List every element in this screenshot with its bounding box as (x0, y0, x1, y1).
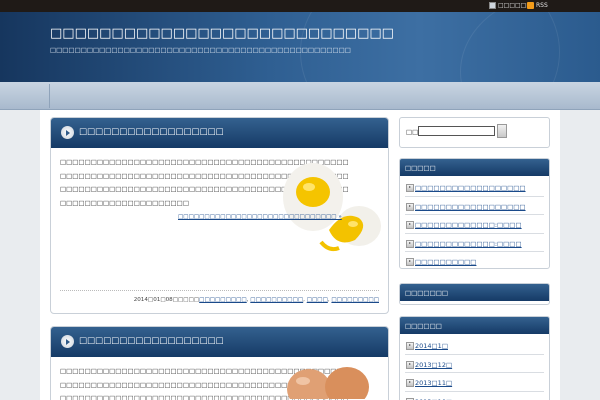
rss-icon (527, 2, 534, 9)
sidebar-widget: □□□□□□□ (399, 283, 550, 305)
boiled-egg-image (283, 163, 381, 252)
arrow-right-icon (61, 126, 74, 139)
read-more-link[interactable]: □□□□□□□□□□□□□□□□□□□□□□□□□□□□□□ » (178, 214, 342, 220)
post-excerpt: □□□□□□□□□□□□□□□□□□□□□□□□□□□□□□□□□□□□□□□□… (60, 365, 349, 400)
archive-link[interactable]: 2013□12□ (405, 355, 544, 373)
site-header: □□□□□□□□□□□□□□□□□□□□□□□□□□□□ □□□□□□□□□□□… (0, 12, 600, 82)
recent-posts-box: □□□□□ □□□□□□□□□□□□□□□□□□ □□□□□□□□□□□□□□□… (399, 158, 550, 269)
excerpt-line: □□□□□□□□□□□□□□□□□□□□□□□□□□□□□□□□□□□□□□□□… (60, 185, 349, 193)
nav-bar (0, 82, 600, 110)
eggs-image (287, 367, 369, 399)
post-header: □□□□□□□□□□□□□□□□□□ (51, 118, 388, 148)
excerpt-line: □□□□□□□□□□□□□□□□□□□□□□□□□□□□□□□□□□□□□□□□… (60, 367, 349, 375)
tag-link[interactable]: □□□□ (307, 297, 328, 303)
post-entry: □□□□□□□□□□□□□□□□□□ □□□□□□□□□□□□□□□□□□□□□… (50, 117, 389, 314)
recent-post-link[interactable]: □□□□□□□□□□□□□:□□□□ (405, 234, 544, 252)
excerpt-line: □□□□□□□□□□□□□□□□□□□□□□□□□□□□□□□□□□□□□□□□… (60, 171, 349, 180)
nav-divider (49, 84, 50, 108)
archive-link[interactable]: 2013□11□ (405, 373, 544, 392)
post-header: □□□□□□□□□□□□□□□□□□ (51, 327, 388, 357)
recent-post-link[interactable]: □□□□□□□□□□□□□□□□□□ (405, 197, 544, 215)
site-title[interactable]: □□□□□□□□□□□□□□□□□□□□□□□□□□□□ (50, 26, 394, 41)
search-button[interactable] (497, 124, 507, 138)
excerpt-line: □□□□□□□□□□□□□□□□□□□□□□□□□□□□□□□□□□□□□□□□… (60, 394, 349, 400)
recent-posts-heading: □□□□□ (400, 159, 549, 176)
recent-post-link[interactable]: □□□□□□□□□□□□□□□□□□ (405, 178, 544, 197)
top-bar: □□□□□□ RSS (0, 0, 600, 12)
tag-link[interactable]: □□□□□□□□□ (331, 297, 379, 303)
rss-link[interactable]: RSS (527, 2, 548, 9)
archive-box: □□□□□□ 2014□1□ 2013□12□ 2013□11□ 2013□10… (399, 316, 550, 400)
post-title[interactable]: □□□□□□□□□□□□□□□□□□ (79, 336, 224, 346)
archive-link[interactable]: 2013□10□ (405, 392, 544, 400)
rss-label: RSS (536, 2, 548, 9)
excerpt-line: □□□□□□□□□□□□□□□□□□□□□ (60, 198, 189, 207)
archive-heading: □□□□□□ (400, 317, 549, 334)
top-bar-link[interactable]: □□□□□□ (489, 2, 532, 9)
recent-post-link[interactable]: □□□□□□□□□□ (405, 252, 544, 268)
recent-post-link[interactable]: □□□□□□□□□□□□□:□□□□ (405, 215, 544, 234)
search-input[interactable] (418, 126, 495, 136)
header-decoration (460, 12, 600, 82)
arrow-right-icon (61, 335, 74, 348)
post-title[interactable]: □□□□□□□□□□□□□□□□□□ (79, 127, 224, 137)
post-date: 2014□01□08□□□□□ (133, 297, 200, 303)
excerpt-line: □□□□□□□□□□□□□□□□□□□□□□□□□□□□□□□□□□□□□□□□… (60, 158, 349, 166)
tag-link[interactable]: □□□□□□□□□ (199, 297, 247, 303)
page-icon (489, 2, 496, 9)
post-entry: □□□□□□□□□□□□□□□□□□ □□□□□□□□□□□□□□□□□□□□□… (50, 326, 389, 400)
excerpt-line: □□□□□□□□□□□□□□□□□□□□□□□□□□□□□□□□□□□□□□□□… (60, 380, 349, 389)
site-description: □□□□□□□□□□□□□□□□□□□□□□□□□□□□□□□□□□□□□□□□… (50, 46, 351, 54)
tag-link[interactable]: □□□□□□□□□□ (250, 297, 303, 303)
post-meta: 2014□01□08□□□□□□□□□□□□□□, □□□□□□□□□□, □□… (60, 290, 379, 303)
search-box: □□: (399, 117, 550, 148)
archive-link[interactable]: 2014□1□ (405, 336, 544, 355)
widget-heading: □□□□□□□ (400, 284, 549, 301)
post-excerpt: □□□□□□□□□□□□□□□□□□□□□□□□□□□□□□□□□□□□□□□□… (60, 156, 349, 210)
